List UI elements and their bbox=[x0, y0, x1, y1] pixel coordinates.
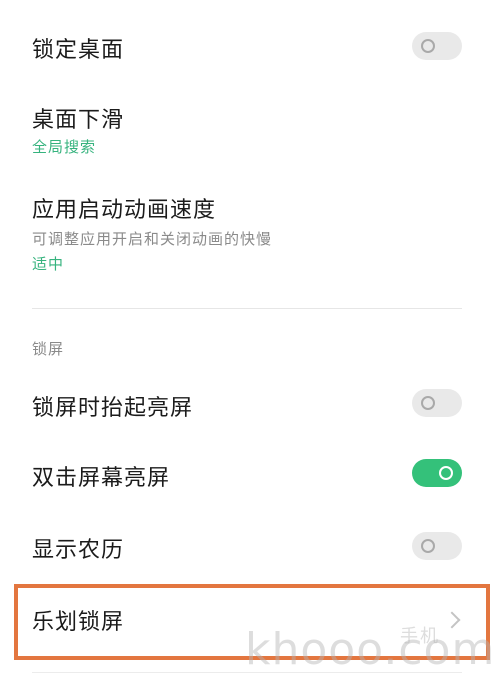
bottom-divider bbox=[32, 672, 462, 673]
setting-value: 适中 bbox=[32, 255, 65, 273]
setting-row-raise-to-wake[interactable]: 锁屏时抬起亮屏 bbox=[0, 370, 500, 440]
setting-row-lunar-calendar[interactable]: 显示农历 bbox=[0, 512, 500, 582]
setting-row-app-animation-speed[interactable]: 应用启动动画速度 可调整应用开启和关闭动画的快慢 适中 bbox=[0, 180, 500, 290]
toggle-knob bbox=[421, 396, 435, 410]
lock-desktop-toggle[interactable] bbox=[412, 32, 462, 60]
toggle-knob bbox=[421, 539, 435, 553]
setting-title: 应用启动动画速度 bbox=[32, 198, 217, 223]
toggle-knob bbox=[439, 466, 453, 480]
setting-title: 桌面下滑 bbox=[32, 108, 125, 133]
toggle-knob bbox=[421, 39, 435, 53]
setting-row-double-tap-wake[interactable]: 双击屏幕亮屏 bbox=[0, 440, 500, 510]
setting-description: 可调整应用开启和关闭动画的快慢 bbox=[32, 230, 273, 248]
watermark-logo-text: 手机 bbox=[400, 626, 440, 647]
section-label-lock-screen: 锁屏 bbox=[32, 340, 65, 358]
section-divider bbox=[32, 308, 462, 309]
setting-title: 锁屏时抬起亮屏 bbox=[32, 396, 194, 421]
setting-row-lock-desktop[interactable]: 锁定桌面 bbox=[0, 0, 500, 92]
setting-title: 显示农历 bbox=[32, 538, 125, 563]
raise-to-wake-toggle[interactable] bbox=[412, 389, 462, 417]
setting-row-desktop-slide[interactable]: 桌面下滑 全局搜索 bbox=[0, 92, 500, 180]
lunar-calendar-toggle[interactable] bbox=[412, 532, 462, 560]
double-tap-wake-toggle[interactable] bbox=[412, 459, 462, 487]
setting-title: 双击屏幕亮屏 bbox=[32, 466, 171, 491]
settings-screen: 锁定桌面 桌面下滑 全局搜索 应用启动动画速度 可调整应用开启和关闭动画的快慢 … bbox=[0, 0, 500, 682]
setting-value: 全局搜索 bbox=[32, 138, 97, 156]
setting-title: 锁定桌面 bbox=[32, 38, 125, 63]
